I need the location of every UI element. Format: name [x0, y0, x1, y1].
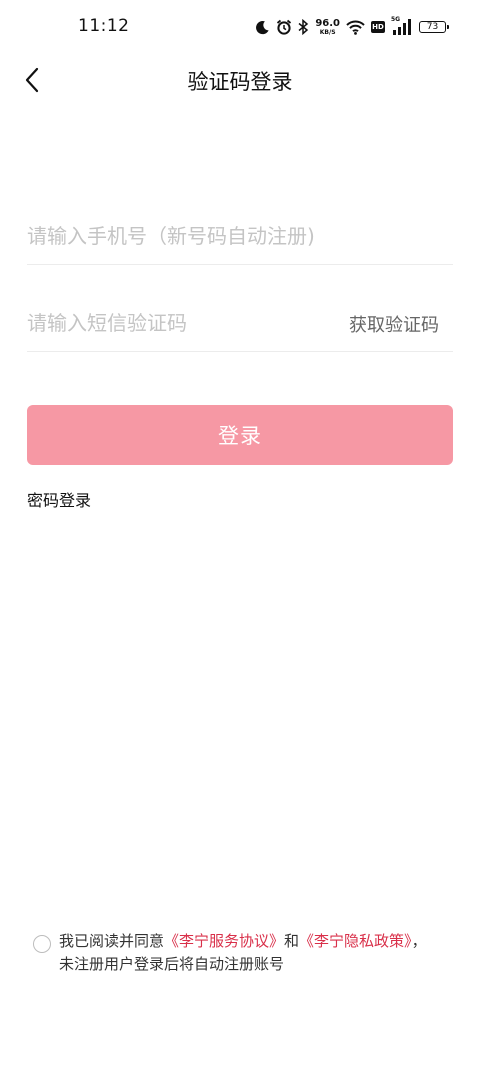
- network-speed: 96.0 KB/S: [315, 17, 340, 36]
- get-code-button[interactable]: 获取验证码: [349, 311, 439, 337]
- login-screen: 11:12 96.0 KB/S HD 5G 73 验证码登录 请输入手机号（新号…: [0, 0, 480, 1072]
- battery-icon: 73: [419, 21, 449, 33]
- sms-code-input[interactable]: [27, 303, 327, 343]
- alarm-icon: [276, 19, 292, 35]
- status-time: 11:12: [78, 16, 130, 36]
- agreement-prefix: 我已阅读并同意: [59, 932, 165, 950]
- sms-code-field: 获取验证码: [27, 295, 453, 352]
- bluetooth-icon: [298, 19, 309, 35]
- hd-badge: HD: [371, 21, 385, 33]
- signal-icon: 5G: [391, 16, 413, 35]
- status-bar: 11:12 96.0 KB/S HD 5G 73: [0, 0, 480, 56]
- service-agreement-link[interactable]: 《李宁服务协议》: [164, 932, 284, 950]
- privacy-policy-link[interactable]: 《李宁隐私政策》: [299, 932, 412, 950]
- agreement-conjunction: 和: [284, 932, 300, 950]
- phone-field: [27, 208, 453, 265]
- battery-level: 73: [426, 22, 439, 32]
- status-icons: 96.0 KB/S HD 5G 73: [255, 16, 449, 37]
- moon-icon: [255, 20, 270, 35]
- login-button[interactable]: 登录: [27, 405, 453, 465]
- network-speed-unit: KB/S: [319, 28, 336, 36]
- agreement-checkbox[interactable]: [33, 935, 51, 953]
- phone-input[interactable]: [27, 216, 453, 256]
- password-login-link[interactable]: 密码登录: [27, 487, 91, 511]
- page-title: 验证码登录: [187, 70, 293, 94]
- agreement-text: 我已阅读并同意《李宁服务协议》和《李宁隐私政策》，未注册用户登录后将自动注册账号: [59, 930, 429, 976]
- wifi-icon: [346, 20, 365, 35]
- network-speed-value: 96.0: [315, 17, 340, 29]
